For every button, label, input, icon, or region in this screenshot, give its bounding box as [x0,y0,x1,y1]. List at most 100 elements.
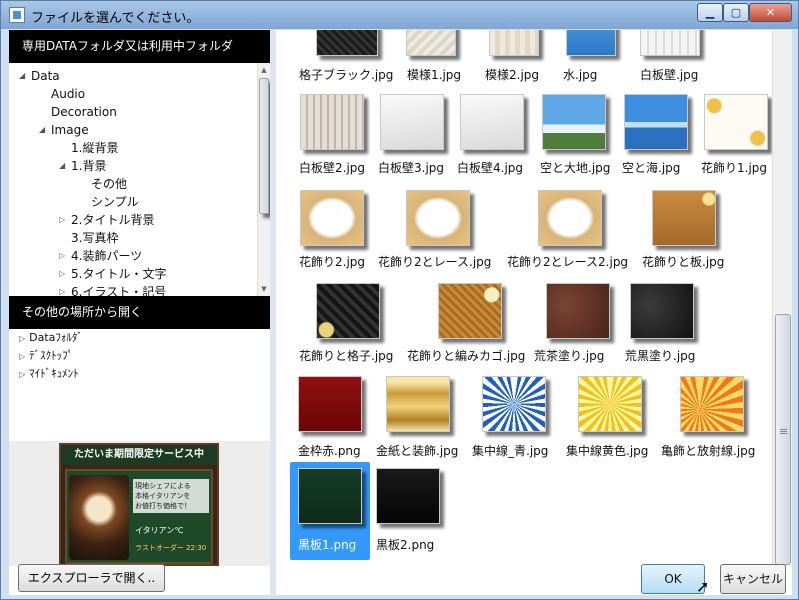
file-thumbnail[interactable] [298,376,362,432]
scroll-down-icon[interactable]: ▼ [258,282,270,296]
file-name: 亀飾と放射線.jpg [661,444,756,458]
close-button[interactable]: ✕ [749,3,792,22]
file-thumbnail[interactable] [680,376,744,432]
file-thumbnail[interactable] [704,94,768,150]
cancel-button[interactable]: キャンセル [720,564,786,594]
title-bar[interactable]: ファイルを選んでください。 ▁ ▢ ✕ [1,1,798,29]
tree-item[interactable]: ◢ 1.背景 [59,157,106,175]
file-thumbnail[interactable] [489,30,539,56]
file-thumbnail[interactable] [578,376,642,432]
file-name: 格子ブラック.jpg [299,68,394,82]
file-thumbnail[interactable] [630,283,694,339]
collapsed-arrow-icon[interactable]: ▷ [59,265,65,283]
tree-item[interactable]: ◢ Image [39,121,89,139]
file-thumbnail[interactable] [406,30,456,56]
preview-area: ただいま期間限定サービス中 現地シェフによる 本格イタリアンを お値打ち価格で！… [9,441,270,566]
file-chooser-window: ファイルを選んでください。 ▁ ▢ ✕ 専用DATAフォルダ又は利用中フォルダ … [0,0,799,600]
tree-item[interactable]: ▷ 4.装飾パーツ [59,247,142,265]
grid-scroll-thumb[interactable] [775,314,791,565]
file-thumbnail[interactable] [316,30,378,56]
file-name: 白板壁3.jpg [378,161,445,175]
tree-item[interactable]: Decoration [39,103,117,121]
preview-image: ただいま期間限定サービス中 現地シェフによる 本格イタリアンを お値打ち価格で！… [59,443,219,566]
preview-body-text: 現地シェフによる 本格イタリアンを お値打ち価格で！ [133,479,209,513]
preview-board: 現地シェフによる 本格イタリアンを お値打ち価格で！ イタリアン℃ ラストオーダ… [65,469,213,564]
collapsed-arrow-icon[interactable]: ▷ [19,352,25,361]
file-thumbnail[interactable] [316,283,380,339]
file-thumbnail[interactable] [386,376,450,432]
expanded-arrow-icon[interactable]: ◢ [59,157,65,175]
file-thumbnail[interactable] [380,94,444,150]
file-thumbnail[interactable] [460,94,524,150]
dialog-content: 専用DATAフォルダ又は利用中フォルダ ◢ Data Audio Decoration… [9,30,792,595]
preview-time: ラストオーダー 22:30 [135,544,207,552]
tree-item[interactable]: 1.縦背景 [59,139,118,157]
file-name: 金枠赤.png [298,444,361,458]
file-thumbnail[interactable] [300,94,364,150]
location-item[interactable]: ▷ ﾃﾞｽｸﾄｯﾌﾟ [19,347,73,365]
file-name: 白板壁4.jpg [457,161,524,175]
file-name: 花飾り1.jpg [701,161,768,175]
dedicated-folder-header: 専用DATAフォルダ又は利用中フォルダ [9,30,270,63]
tree-item[interactable]: ▷ 6.イラスト・記号 [59,283,166,296]
grid-scrollbar[interactable] [772,30,792,565]
preview-sign: イタリアン℃ [135,526,184,535]
location-item[interactable]: ▷ ﾏｲﾄﾞｷｭﾒﾝﾄ [19,365,79,383]
tree-item-label: 4.装飾パーツ [71,249,143,263]
file-thumbnail[interactable] [300,190,364,246]
tree-item-label: Decoration [51,105,117,119]
tree-item[interactable]: Audio [39,85,85,103]
file-name: 黒板1.png [298,538,357,552]
file-thumbnail[interactable] [566,30,616,56]
file-thumbnail[interactable] [542,94,606,150]
file-thumbnail[interactable] [438,283,502,339]
file-name: 模様2.jpg [485,68,540,82]
file-thumbnail[interactable] [640,30,700,56]
collapsed-arrow-icon[interactable]: ▷ [59,247,65,265]
tree-item[interactable]: ▷ 2.タイトル背景 [59,211,154,229]
file-name: 花飾り2とレース2.jpg [507,255,629,269]
file-name: 水.jpg [563,68,598,82]
minimize-button[interactable]: ▁ [697,3,723,22]
file-name: 荒茶塗り.jpg [534,349,605,363]
file-thumbnail[interactable] [652,190,716,246]
file-name: 黒板2.png [376,538,435,552]
collapsed-arrow-icon[interactable]: ▷ [19,370,25,379]
collapsed-arrow-icon[interactable]: ▷ [59,283,65,296]
location-label: Dataﾌｫﾙﾀﾞ [29,331,83,344]
tree-item[interactable]: 3.写真枠 [59,229,118,247]
window-title: ファイルを選んでください。 [31,11,200,26]
tree-scroll-thumb[interactable] [259,78,269,214]
file-thumbnail[interactable] [376,468,440,524]
mouse-cursor-icon: ➚ [696,577,710,596]
tree-item[interactable]: ▷ 5.タイトル・文字 [59,265,166,283]
file-name: 花飾りと格子.jpg [299,349,394,363]
expanded-arrow-icon[interactable]: ◢ [19,67,25,85]
maximize-button[interactable]: ▢ [723,3,749,22]
file-thumbnail[interactable] [298,468,362,524]
tree-scrollbar[interactable]: ▲ ▼ [257,63,270,296]
tree-item-label: 6.イラスト・記号 [71,285,167,296]
file-thumbnail[interactable] [538,190,602,246]
expanded-arrow-icon[interactable]: ◢ [39,121,45,139]
location-item[interactable]: ▷ Dataﾌｫﾙﾀﾞ [19,329,83,347]
tree-item[interactable]: ◢ Data [19,67,60,85]
tree-item-label: 2.タイトル背景 [71,213,155,227]
file-thumbnail[interactable] [624,94,688,150]
collapsed-arrow-icon[interactable]: ▷ [19,334,25,343]
file-name: 空と海.jpg [622,161,681,175]
file-thumbnail[interactable] [546,283,610,339]
tree-item-label: Image [51,123,89,137]
folder-tree: ◢ Data Audio Decoration ◢ Image 1.縦背景 ◢ 1.背景 その他シ… [9,63,257,296]
file-thumbnail[interactable] [406,190,470,246]
tree-item-label: シンプル [91,195,139,209]
file-thumbnail[interactable] [482,376,546,432]
tree-item[interactable]: シンプル [79,193,139,211]
other-locations-header: その他の場所から開く [9,296,270,329]
scroll-up-icon[interactable]: ▲ [258,63,270,77]
file-name: 白板壁2.jpg [299,161,366,175]
open-in-explorer-button[interactable]: エクスプローラで開く.. [18,564,165,592]
file-name: 白板壁.jpg [640,68,699,82]
collapsed-arrow-icon[interactable]: ▷ [59,211,65,229]
tree-item[interactable]: その他 [79,175,127,193]
